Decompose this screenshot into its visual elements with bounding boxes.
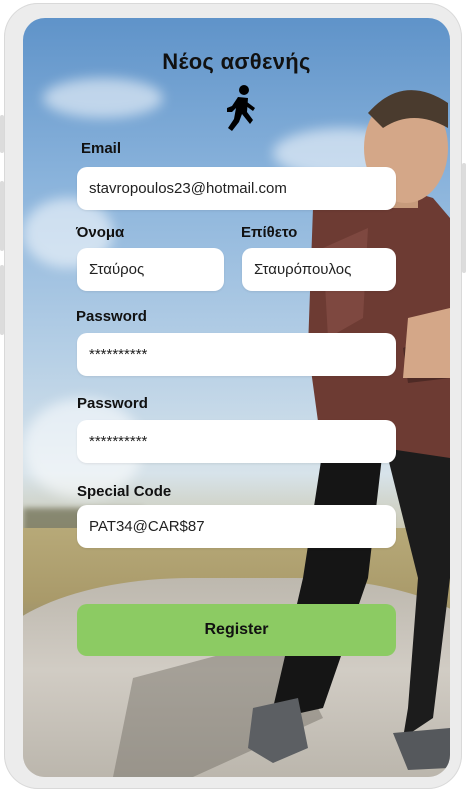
first-name-label: Όνομα xyxy=(76,224,125,241)
last-name-field[interactable]: Σταυρόπουλος xyxy=(242,248,396,291)
app-screen: Νέος ασθενής Email stavropoulos23@hotmai… xyxy=(23,18,450,777)
register-button[interactable]: Register xyxy=(77,604,396,656)
side-button xyxy=(0,181,4,251)
page-title: Νέος ασθενής xyxy=(162,49,311,74)
side-button xyxy=(0,265,4,335)
phone-frame: Νέος ασθενής Email stavropoulos23@hotmai… xyxy=(0,3,466,789)
password-confirm-field[interactable]: ********** xyxy=(77,420,396,463)
first-name-field[interactable]: Σταύρος xyxy=(77,248,224,291)
special-code-label: Special Code xyxy=(77,483,172,500)
password-field[interactable]: ********** xyxy=(77,333,396,376)
special-code-field[interactable]: PAT34@CAR$87 xyxy=(77,505,396,548)
side-button xyxy=(462,163,466,273)
side-button xyxy=(0,115,4,153)
last-name-label: Επίθετο xyxy=(241,224,298,241)
password-confirm-label: Password xyxy=(77,395,148,412)
walking-person-icon xyxy=(227,85,255,131)
email-field[interactable]: stavropoulos23@hotmail.com xyxy=(77,167,396,210)
password-label: Password xyxy=(76,308,147,325)
email-label: Email xyxy=(81,140,122,157)
